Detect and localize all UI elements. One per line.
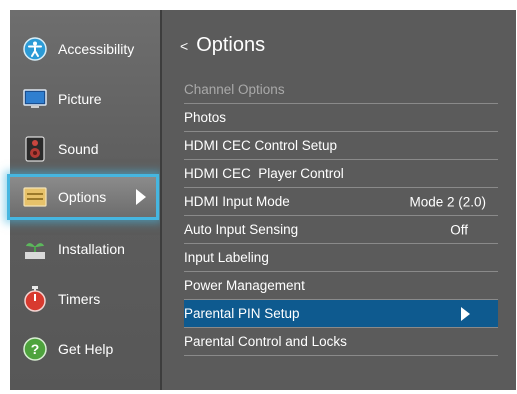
menu-item-value: Mode 2 (2.0) — [409, 194, 486, 209]
menu-item-label: Channel Options — [184, 82, 285, 97]
menu-item-label: HDMI CEC Player Control — [184, 166, 344, 181]
menu-item-label: Parental PIN Setup — [184, 306, 300, 321]
get-help-icon: ? — [22, 336, 48, 362]
menu-item-parental-control-and-locks[interactable]: Parental Control and Locks — [184, 328, 498, 356]
menu-item-input-labeling[interactable]: Input Labeling — [184, 244, 498, 272]
sidebar-item-label: Installation — [58, 241, 125, 257]
svg-text:?: ? — [31, 341, 40, 357]
sidebar-item-options[interactable]: Options — [7, 174, 159, 220]
page-title-text: Options — [196, 34, 266, 56]
picture-icon — [22, 86, 48, 112]
installation-icon — [22, 236, 48, 262]
sound-icon — [22, 136, 48, 162]
back-button[interactable]: < — [180, 38, 188, 54]
sidebar-item-accessibility[interactable]: Accessibility — [10, 26, 160, 72]
menu-item-label: Auto Input Sensing — [184, 222, 299, 237]
menu-item-value: Off — [450, 222, 468, 237]
menu-item-auto-input-sensing[interactable]: Auto Input Sensing Off — [184, 216, 498, 244]
menu-item-label: Power Management — [184, 278, 305, 293]
chevron-right-icon — [136, 189, 146, 205]
menu-item-channel-options: Channel Options — [184, 76, 498, 104]
menu-item-label: HDMI Input Mode — [184, 194, 290, 209]
menu-item-label: Photos — [184, 110, 227, 125]
menu-item-label: HDMI CEC Control Setup — [184, 138, 338, 153]
options-icon — [22, 184, 48, 210]
page-title: < Options — [180, 34, 265, 57]
menu-item-power-management[interactable]: Power Management — [184, 272, 498, 300]
sidebar: Accessibility Picture Sound Options Inst… — [7, 10, 160, 390]
sidebar-item-label: Accessibility — [58, 41, 135, 57]
timers-icon — [22, 286, 48, 312]
chevron-right-icon — [461, 306, 470, 321]
menu-item-label: Parental Control and Locks — [184, 334, 347, 349]
menu-item-hdmi-cec-control-setup[interactable]: HDMI CEC Control Setup — [184, 132, 498, 160]
sidebar-item-label: Sound — [58, 141, 99, 157]
sidebar-item-sound[interactable]: Sound — [10, 126, 160, 172]
sidebar-item-installation[interactable]: Installation — [10, 226, 160, 272]
menu-frame: Accessibility Picture Sound Options Inst… — [7, 10, 516, 394]
sidebar-item-label: Get Help — [58, 341, 114, 357]
menu-item-parental-pin-setup[interactable]: Parental PIN Setup — [184, 300, 498, 328]
options-menu: Channel Options Photos HDMI CEC Control … — [184, 76, 498, 356]
menu-item-hdmi-cec-player-control[interactable]: HDMI CEC Player Control — [184, 160, 498, 188]
sidebar-item-get-help[interactable]: ? Get Help — [10, 326, 160, 372]
tv-menu-screen: Accessibility Picture Sound Options Inst… — [0, 0, 517, 394]
options-panel: < Options Channel Options Photos HDMI CE… — [162, 10, 516, 390]
sidebar-item-label: Picture — [58, 91, 102, 107]
menu-item-label: Input Labeling — [184, 250, 269, 265]
menu-item-hdmi-input-mode[interactable]: HDMI Input Mode Mode 2 (2.0) — [184, 188, 498, 216]
menu-item-photos[interactable]: Photos — [184, 104, 498, 132]
sidebar-item-timers[interactable]: Timers — [10, 276, 160, 322]
sidebar-item-picture[interactable]: Picture — [10, 76, 160, 122]
sidebar-item-label: Options — [58, 189, 107, 205]
accessibility-icon — [22, 36, 48, 62]
sidebar-item-label: Timers — [58, 291, 101, 307]
